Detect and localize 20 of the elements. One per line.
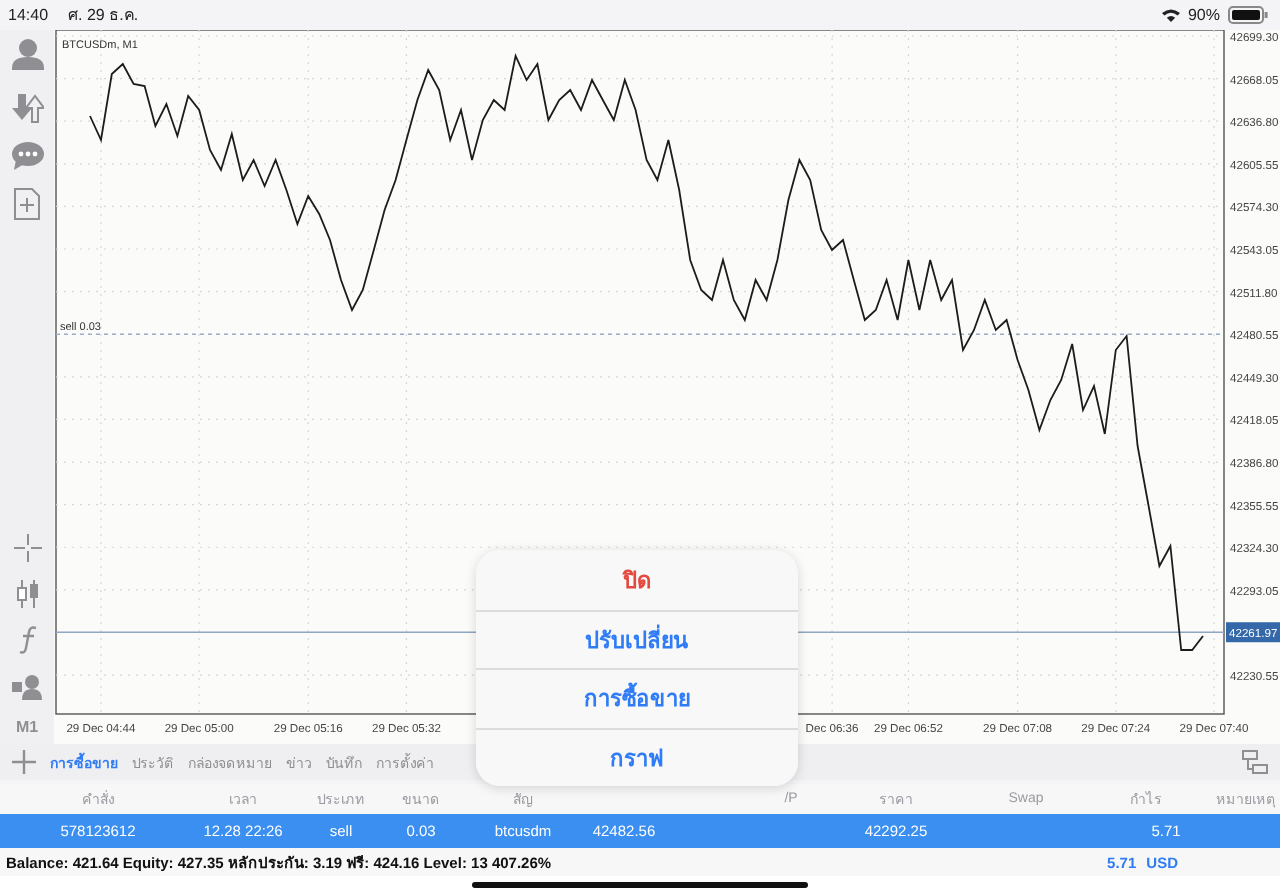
status-time: 14:40 bbox=[8, 6, 49, 24]
layout-icon[interactable] bbox=[1242, 750, 1268, 774]
status-date: ศ. 29 ธ.ค. bbox=[68, 4, 139, 28]
account-icon[interactable] bbox=[11, 38, 43, 74]
menu-item[interactable]: กราฟ bbox=[476, 727, 798, 786]
chat-icon[interactable] bbox=[11, 142, 43, 170]
add-icon[interactable] bbox=[12, 750, 36, 774]
wifi-icon bbox=[1161, 8, 1180, 22]
crosshair-icon[interactable] bbox=[13, 534, 41, 562]
menu-item[interactable]: การซื้อขาย bbox=[476, 668, 798, 727]
battery-percent: 90% bbox=[1187, 6, 1220, 24]
menu-item[interactable]: ปรับเปลี่ยน bbox=[476, 609, 798, 668]
transfer-arrows-icon[interactable] bbox=[11, 92, 43, 124]
new-document-icon[interactable] bbox=[14, 188, 40, 220]
timeframe-button[interactable]: M1 bbox=[15, 718, 39, 736]
candlestick-icon[interactable] bbox=[13, 580, 41, 608]
objects-icon[interactable] bbox=[11, 672, 43, 700]
function-icon[interactable] bbox=[17, 626, 37, 654]
battery-icon bbox=[1228, 6, 1268, 24]
menu-item[interactable]: ปิด bbox=[476, 550, 798, 609]
